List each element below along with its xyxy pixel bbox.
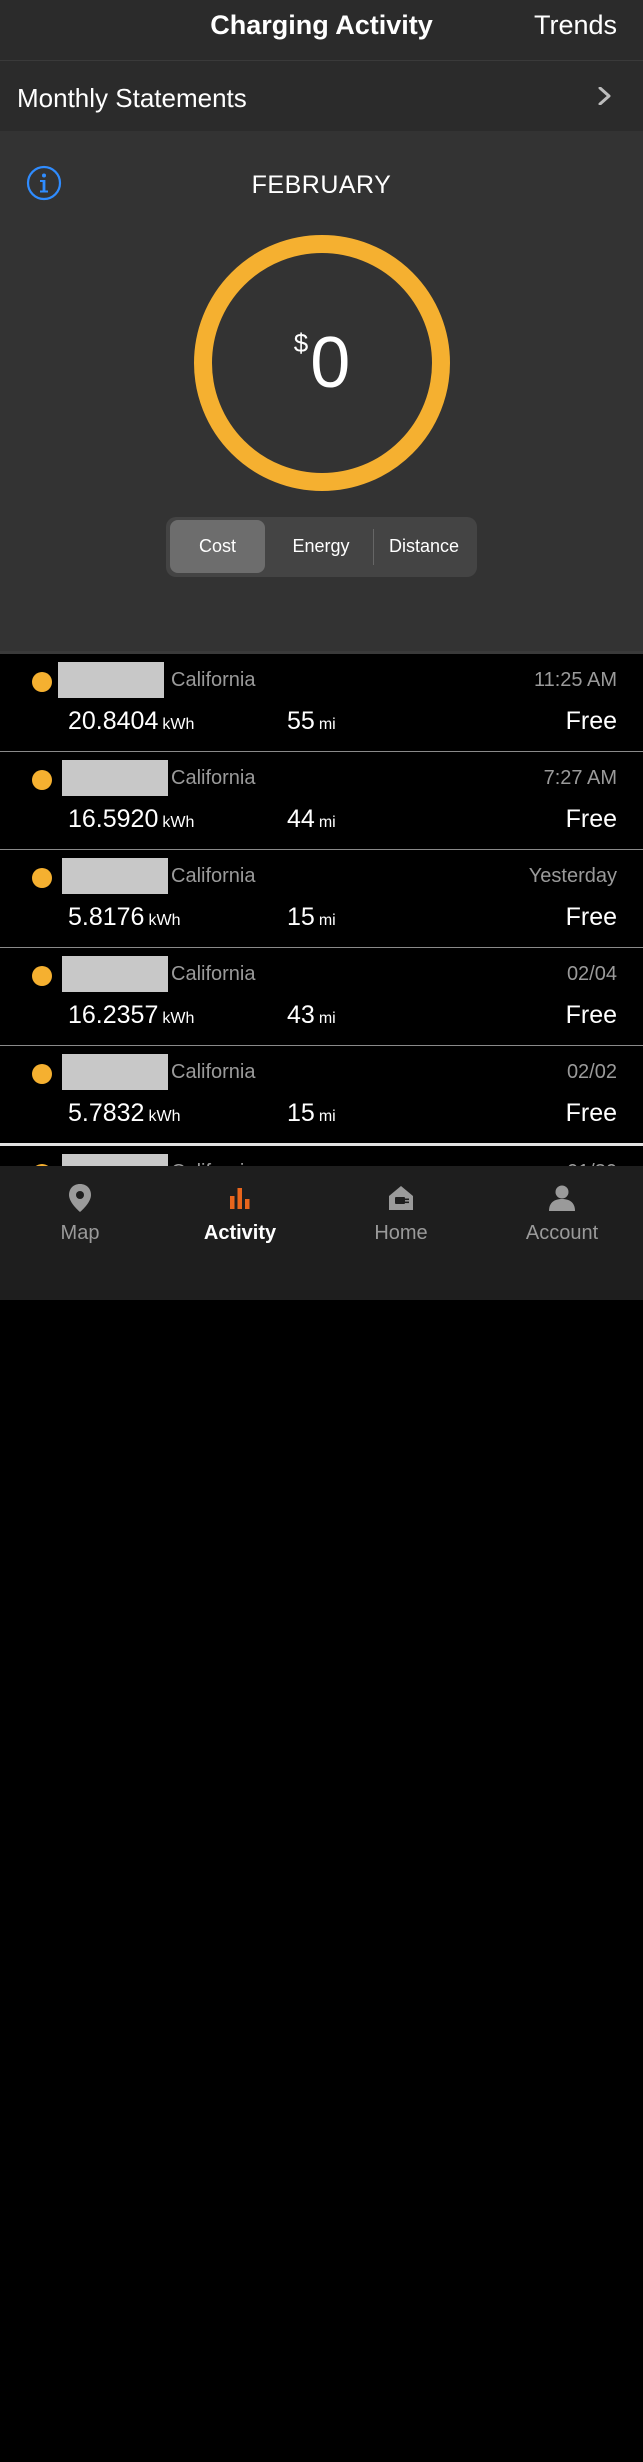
tab-account[interactable]: Account	[482, 1182, 642, 1245]
tab-distance[interactable]: Distance	[374, 520, 474, 573]
session-time: 7:27 AM	[543, 767, 617, 789]
session-cost: Free	[565, 1001, 617, 1029]
total-amount: $ 0	[192, 233, 452, 493]
monthly-statements-row[interactable]: Monthly Statements	[0, 61, 643, 131]
session-distance: 15 mi	[287, 1099, 336, 1127]
session-time: 11:25 AM	[533, 669, 617, 691]
session-energy: 16.2357 kWh	[68, 1001, 195, 1029]
metric-segmented-control: Cost Energy Distance	[166, 517, 477, 577]
status-dot	[32, 1064, 52, 1084]
session-distance: 15 mi	[287, 903, 336, 931]
session-cost: Free	[565, 707, 617, 735]
session-row[interactable]: California 02/04 16.2357 kWh 43 mi Free	[0, 948, 643, 1046]
tab-map-label: Map	[60, 1222, 100, 1244]
monthly-statements-label: Monthly Statements	[17, 83, 247, 113]
tab-cost[interactable]: Cost	[170, 520, 265, 573]
session-energy: 20.8404 kWh	[68, 707, 195, 735]
home-charger-icon	[389, 1186, 413, 1210]
session-distance: 43 mi	[287, 1001, 336, 1029]
bottom-tab-bar: Map Activity Home Account	[0, 1166, 643, 2462]
tab-activity[interactable]: Activity	[160, 1182, 320, 1245]
home-indicator	[112, 2458, 116, 2462]
tab-home[interactable]: Home	[321, 1182, 481, 1245]
tab-account-label: Account	[525, 1222, 599, 1244]
tab-energy[interactable]: Energy	[269, 520, 373, 573]
session-energy: 16.5920 kWh	[68, 805, 195, 833]
session-distance: 44 mi	[287, 805, 336, 833]
chevron-right-icon	[598, 87, 611, 105]
person-icon	[549, 1185, 575, 1211]
tab-map[interactable]: Map	[0, 1182, 160, 1245]
session-cost: Free	[565, 903, 617, 931]
location-name-redacted	[62, 956, 168, 992]
trends-button[interactable]: Trends	[534, 10, 617, 41]
location-name-redacted	[62, 858, 168, 894]
session-state: California	[171, 669, 256, 691]
session-energy: 5.7832 kWh	[68, 1099, 181, 1127]
session-cost: Free	[565, 805, 617, 833]
top-bar: Charging Activity Trends	[0, 0, 643, 61]
location-name-redacted	[62, 760, 168, 796]
location-name-redacted	[62, 1054, 168, 1090]
amount-value: 0	[310, 323, 351, 403]
session-distance: 55 mi	[287, 707, 336, 735]
session-state: California	[171, 865, 256, 887]
location-name-redacted	[58, 662, 164, 698]
session-time: 02/02	[566, 1061, 617, 1083]
session-state: California	[171, 963, 256, 985]
status-dot	[32, 966, 52, 986]
session-row[interactable]: California 11:25 AM 20.8404 kWh 55 mi Free	[0, 654, 643, 752]
status-dot	[32, 868, 52, 888]
session-state: California	[171, 767, 256, 789]
tab-activity-label: Activity	[203, 1222, 277, 1244]
session-row[interactable]: California 02/02 5.7832 kWh 15 mi Free	[0, 1046, 643, 1146]
session-energy: 5.8176 kWh	[68, 903, 181, 931]
tab-home-label: Home	[374, 1222, 428, 1244]
session-time: 02/04	[566, 963, 617, 985]
bar-chart-icon	[230, 1188, 250, 1209]
status-dot	[32, 770, 52, 790]
map-pin-icon	[69, 1184, 91, 1212]
session-time: Yesterday	[528, 865, 617, 887]
session-state: California	[171, 1061, 256, 1083]
session-cost: Free	[565, 1099, 617, 1127]
currency-symbol: $	[293, 327, 309, 358]
status-dot	[32, 672, 52, 692]
session-row[interactable]: California 7:27 AM 16.5920 kWh 44 mi Free	[0, 752, 643, 850]
session-row[interactable]: California Yesterday 5.8176 kWh 15 mi Free	[0, 850, 643, 948]
monthly-summary: FEBRUARY $ 0 Cost Energy Distance	[0, 131, 643, 651]
month-label: FEBRUARY	[251, 171, 392, 199]
